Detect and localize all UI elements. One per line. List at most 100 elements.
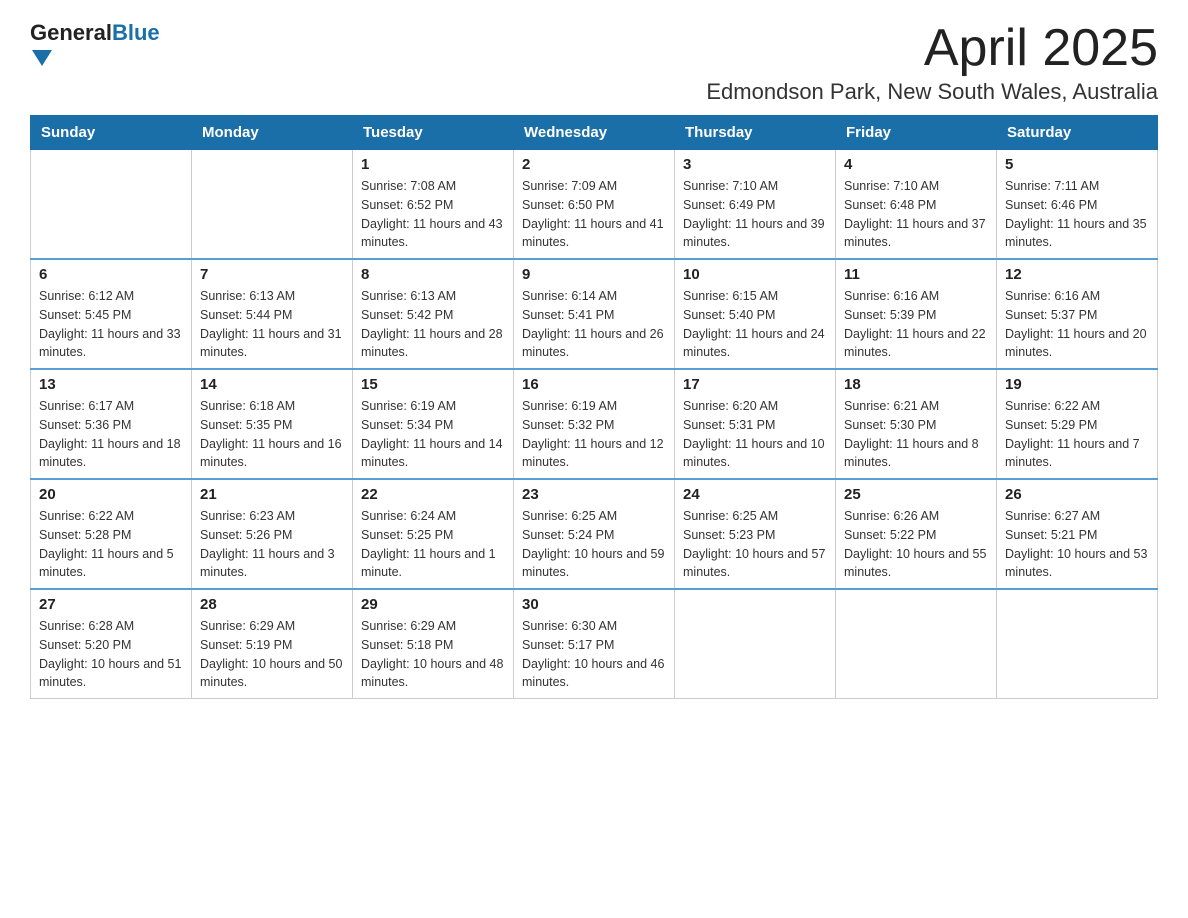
cell-sun-info: Sunrise: 7:08 AMSunset: 6:52 PMDaylight:… <box>361 177 505 252</box>
cell-day-number: 26 <box>1005 486 1149 503</box>
cell-sun-info: Sunrise: 6:27 AMSunset: 5:21 PMDaylight:… <box>1005 507 1149 582</box>
calendar-cell: 21 Sunrise: 6:23 AMSunset: 5:26 PMDayligh… <box>192 479 353 589</box>
column-header-sunday: Sunday <box>31 116 192 150</box>
logo: GeneralBlue <box>30 20 160 66</box>
cell-sun-info: Sunrise: 7:09 AMSunset: 6:50 PMDaylight:… <box>522 177 666 252</box>
cell-sun-info: Sunrise: 6:25 AMSunset: 5:23 PMDaylight:… <box>683 507 827 582</box>
cell-day-number: 22 <box>361 486 505 503</box>
cell-sun-info: Sunrise: 6:18 AMSunset: 5:35 PMDaylight:… <box>200 397 344 472</box>
calendar-cell: 4 Sunrise: 7:10 AMSunset: 6:48 PMDaylight… <box>836 150 997 260</box>
calendar-cell: 29Sunrise: 6:29 AMSunset: 5:18 PMDayligh… <box>353 589 514 699</box>
cell-day-number: 3 <box>683 156 827 173</box>
cell-day-number: 4 <box>844 156 988 173</box>
page-header: GeneralBlue April 2025 Edmondson Park, N… <box>30 20 1158 105</box>
cell-day-number: 20 <box>39 486 183 503</box>
calendar-cell <box>997 589 1158 699</box>
cell-sun-info: Sunrise: 6:25 AMSunset: 5:24 PMDaylight:… <box>522 507 666 582</box>
calendar-cell: 17 Sunrise: 6:20 AMSunset: 5:31 PMDayligh… <box>675 369 836 479</box>
cell-sun-info: Sunrise: 6:22 AMSunset: 5:29 PMDaylight:… <box>1005 397 1149 472</box>
cell-day-number: 15 <box>361 376 505 393</box>
cell-day-number: 16 <box>522 376 666 393</box>
cell-day-number: 24 <box>683 486 827 503</box>
column-header-saturday: Saturday <box>997 116 1158 150</box>
cell-day-number: 25 <box>844 486 988 503</box>
calendar-cell: 7 Sunrise: 6:13 AMSunset: 5:44 PMDaylight… <box>192 259 353 369</box>
calendar-week-row: 20 Sunrise: 6:22 AMSunset: 5:28 PMDayligh… <box>31 479 1158 589</box>
cell-sun-info: Sunrise: 6:13 AMSunset: 5:44 PMDaylight:… <box>200 287 344 362</box>
calendar-cell: 18Sunrise: 6:21 AMSunset: 5:30 PMDayligh… <box>836 369 997 479</box>
cell-sun-info: Sunrise: 6:29 AMSunset: 5:19 PMDaylight:… <box>200 617 344 692</box>
cell-day-number: 7 <box>200 266 344 283</box>
calendar-week-row: 27Sunrise: 6:28 AMSunset: 5:20 PMDayligh… <box>31 589 1158 699</box>
calendar-cell: 12 Sunrise: 6:16 AMSunset: 5:37 PMDayligh… <box>997 259 1158 369</box>
calendar-cell: 14 Sunrise: 6:18 AMSunset: 5:35 PMDayligh… <box>192 369 353 479</box>
cell-sun-info: Sunrise: 6:21 AMSunset: 5:30 PMDaylight:… <box>844 397 988 472</box>
calendar-cell: 2Sunrise: 7:09 AMSunset: 6:50 PMDaylight… <box>514 150 675 260</box>
calendar-cell: 26 Sunrise: 6:27 AMSunset: 5:21 PMDayligh… <box>997 479 1158 589</box>
cell-sun-info: Sunrise: 6:24 AMSunset: 5:25 PMDaylight:… <box>361 507 505 582</box>
cell-day-number: 1 <box>361 156 505 173</box>
column-header-monday: Monday <box>192 116 353 150</box>
cell-day-number: 12 <box>1005 266 1149 283</box>
cell-sun-info: Sunrise: 6:16 AMSunset: 5:39 PMDaylight:… <box>844 287 988 362</box>
cell-sun-info: Sunrise: 6:13 AMSunset: 5:42 PMDaylight:… <box>361 287 505 362</box>
calendar-cell: 19 Sunrise: 6:22 AMSunset: 5:29 PMDayligh… <box>997 369 1158 479</box>
calendar-table: SundayMondayTuesdayWednesdayThursdayFrid… <box>30 115 1158 699</box>
calendar-cell: 15 Sunrise: 6:19 AMSunset: 5:34 PMDayligh… <box>353 369 514 479</box>
cell-day-number: 13 <box>39 376 183 393</box>
cell-day-number: 9 <box>522 266 666 283</box>
cell-sun-info: Sunrise: 7:10 AMSunset: 6:48 PMDaylight:… <box>844 177 988 252</box>
calendar-cell: 25 Sunrise: 6:26 AMSunset: 5:22 PMDayligh… <box>836 479 997 589</box>
cell-day-number: 14 <box>200 376 344 393</box>
cell-sun-info: Sunrise: 6:17 AMSunset: 5:36 PMDaylight:… <box>39 397 183 472</box>
cell-day-number: 11 <box>844 266 988 283</box>
cell-sun-info: Sunrise: 6:26 AMSunset: 5:22 PMDaylight:… <box>844 507 988 582</box>
cell-day-number: 19 <box>1005 376 1149 393</box>
cell-day-number: 21 <box>200 486 344 503</box>
calendar-cell: 8 Sunrise: 6:13 AMSunset: 5:42 PMDaylight… <box>353 259 514 369</box>
calendar-cell: 20 Sunrise: 6:22 AMSunset: 5:28 PMDayligh… <box>31 479 192 589</box>
calendar-cell: 27Sunrise: 6:28 AMSunset: 5:20 PMDayligh… <box>31 589 192 699</box>
calendar-cell: 9 Sunrise: 6:14 AMSunset: 5:41 PMDaylight… <box>514 259 675 369</box>
column-header-thursday: Thursday <box>675 116 836 150</box>
logo-general: General <box>30 20 112 45</box>
cell-sun-info: Sunrise: 6:20 AMSunset: 5:31 PMDaylight:… <box>683 397 827 472</box>
cell-day-number: 23 <box>522 486 666 503</box>
cell-day-number: 27 <box>39 596 183 613</box>
calendar-cell: 16Sunrise: 6:19 AMSunset: 5:32 PMDayligh… <box>514 369 675 479</box>
calendar-cell: 24 Sunrise: 6:25 AMSunset: 5:23 PMDayligh… <box>675 479 836 589</box>
cell-sun-info: Sunrise: 6:15 AMSunset: 5:40 PMDaylight:… <box>683 287 827 362</box>
calendar-cell: 13 Sunrise: 6:17 AMSunset: 5:36 PMDayligh… <box>31 369 192 479</box>
column-header-friday: Friday <box>836 116 997 150</box>
cell-sun-info: Sunrise: 6:14 AMSunset: 5:41 PMDaylight:… <box>522 287 666 362</box>
title-block: April 2025 Edmondson Park, New South Wal… <box>706 20 1158 105</box>
column-header-wednesday: Wednesday <box>514 116 675 150</box>
calendar-cell: 30Sunrise: 6:30 AMSunset: 5:17 PMDayligh… <box>514 589 675 699</box>
calendar-cell: 23 Sunrise: 6:25 AMSunset: 5:24 PMDayligh… <box>514 479 675 589</box>
calendar-cell: 3Sunrise: 7:10 AMSunset: 6:49 PMDaylight… <box>675 150 836 260</box>
cell-sun-info: Sunrise: 6:23 AMSunset: 5:26 PMDaylight:… <box>200 507 344 582</box>
cell-sun-info: Sunrise: 7:11 AMSunset: 6:46 PMDaylight:… <box>1005 177 1149 252</box>
cell-day-number: 28 <box>200 596 344 613</box>
calendar-cell: 11 Sunrise: 6:16 AMSunset: 5:39 PMDayligh… <box>836 259 997 369</box>
cell-day-number: 10 <box>683 266 827 283</box>
cell-day-number: 6 <box>39 266 183 283</box>
cell-sun-info: Sunrise: 6:12 AMSunset: 5:45 PMDaylight:… <box>39 287 183 362</box>
calendar-cell: 6 Sunrise: 6:12 AMSunset: 5:45 PMDaylight… <box>31 259 192 369</box>
cell-day-number: 29 <box>361 596 505 613</box>
cell-sun-info: Sunrise: 6:16 AMSunset: 5:37 PMDaylight:… <box>1005 287 1149 362</box>
logo-triangle-icon <box>32 50 52 66</box>
calendar-week-row: 1 Sunrise: 7:08 AMSunset: 6:52 PMDaylight… <box>31 150 1158 260</box>
calendar-week-row: 6 Sunrise: 6:12 AMSunset: 5:45 PMDaylight… <box>31 259 1158 369</box>
calendar-week-row: 13 Sunrise: 6:17 AMSunset: 5:36 PMDayligh… <box>31 369 1158 479</box>
calendar-cell: 28 Sunrise: 6:29 AMSunset: 5:19 PMDayligh… <box>192 589 353 699</box>
cell-sun-info: Sunrise: 6:22 AMSunset: 5:28 PMDaylight:… <box>39 507 183 582</box>
calendar-cell <box>675 589 836 699</box>
cell-day-number: 8 <box>361 266 505 283</box>
cell-sun-info: Sunrise: 6:19 AMSunset: 5:34 PMDaylight:… <box>361 397 505 472</box>
cell-day-number: 17 <box>683 376 827 393</box>
month-title: April 2025 <box>706 20 1158 77</box>
calendar-cell: 10 Sunrise: 6:15 AMSunset: 5:40 PMDayligh… <box>675 259 836 369</box>
cell-day-number: 5 <box>1005 156 1149 173</box>
calendar-cell: 22 Sunrise: 6:24 AMSunset: 5:25 PMDayligh… <box>353 479 514 589</box>
